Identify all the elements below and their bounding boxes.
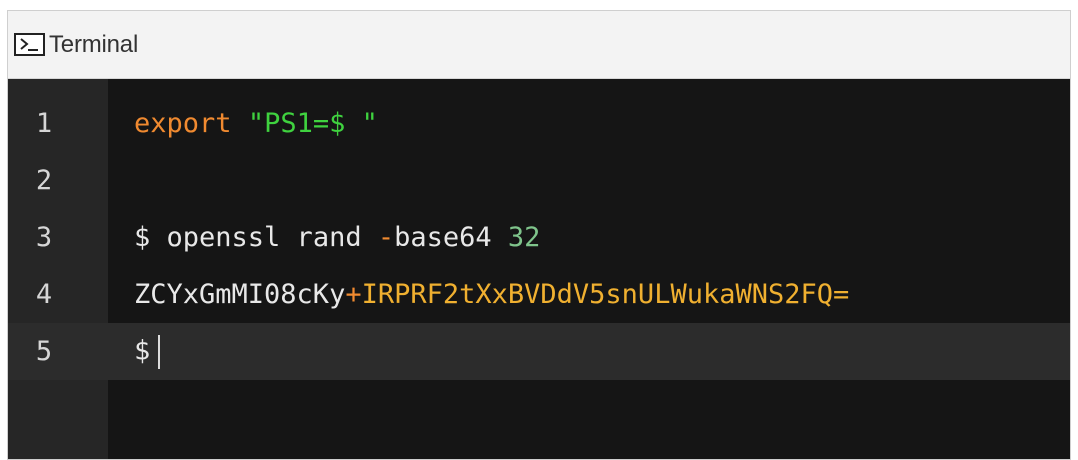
terminal-icon <box>14 33 45 56</box>
text-cursor <box>158 334 161 369</box>
line-code: $ openssl rand -base64 32 <box>108 222 540 253</box>
title-bar: Terminal <box>8 11 1070 79</box>
output-suffix: IRPRF2tXxBVDdV5snULWukaWNS2FQ= <box>361 279 850 310</box>
prompt: $ <box>134 335 151 366</box>
line-number: 3 <box>35 222 53 253</box>
line-number: 4 <box>35 279 53 310</box>
terminal-line-3: 3 $ openssl rand -base64 32 <box>8 209 1070 266</box>
length-argument: 32 <box>507 222 541 253</box>
openssl-command: openssl rand <box>166 222 378 253</box>
output-plus: + <box>345 279 362 310</box>
line-number: 1 <box>35 108 53 139</box>
line-code: export "PS1=$ " <box>108 108 378 139</box>
output-prefix: ZCYxGmMI08cKy <box>134 279 346 310</box>
terminal-editor[interactable]: 1 export "PS1=$ " 2 3 $ openssl rand -ba… <box>8 79 1070 459</box>
terminal-window: Terminal 1 export "PS1=$ " 2 3 $ openssl… <box>7 10 1071 460</box>
terminal-lines: 1 export "PS1=$ " 2 3 $ openssl rand -ba… <box>8 95 1070 380</box>
terminal-line-2: 2 <box>8 152 1070 209</box>
ps1-string: "PS1=$ " <box>247 108 378 139</box>
terminal-line-5-active[interactable]: 5 $ <box>8 323 1070 380</box>
export-keyword: export <box>134 108 232 139</box>
prompt: $ <box>134 222 167 253</box>
line-number: 2 <box>35 165 53 196</box>
base64-flag: base64 <box>394 222 508 253</box>
line-code: ZCYxGmMI08cKy+IRPRF2tXxBVDdV5snULWukaWNS… <box>108 279 849 310</box>
terminal-line-1: 1 export "PS1=$ " <box>8 95 1070 152</box>
line-number: 5 <box>35 336 53 367</box>
window-title: Terminal <box>49 30 139 58</box>
line-code: $ <box>108 334 161 369</box>
terminal-line-4: 4 ZCYxGmMI08cKy+IRPRF2tXxBVDdV5snULWukaW… <box>8 266 1070 323</box>
base64-flag-dash: - <box>377 222 395 253</box>
